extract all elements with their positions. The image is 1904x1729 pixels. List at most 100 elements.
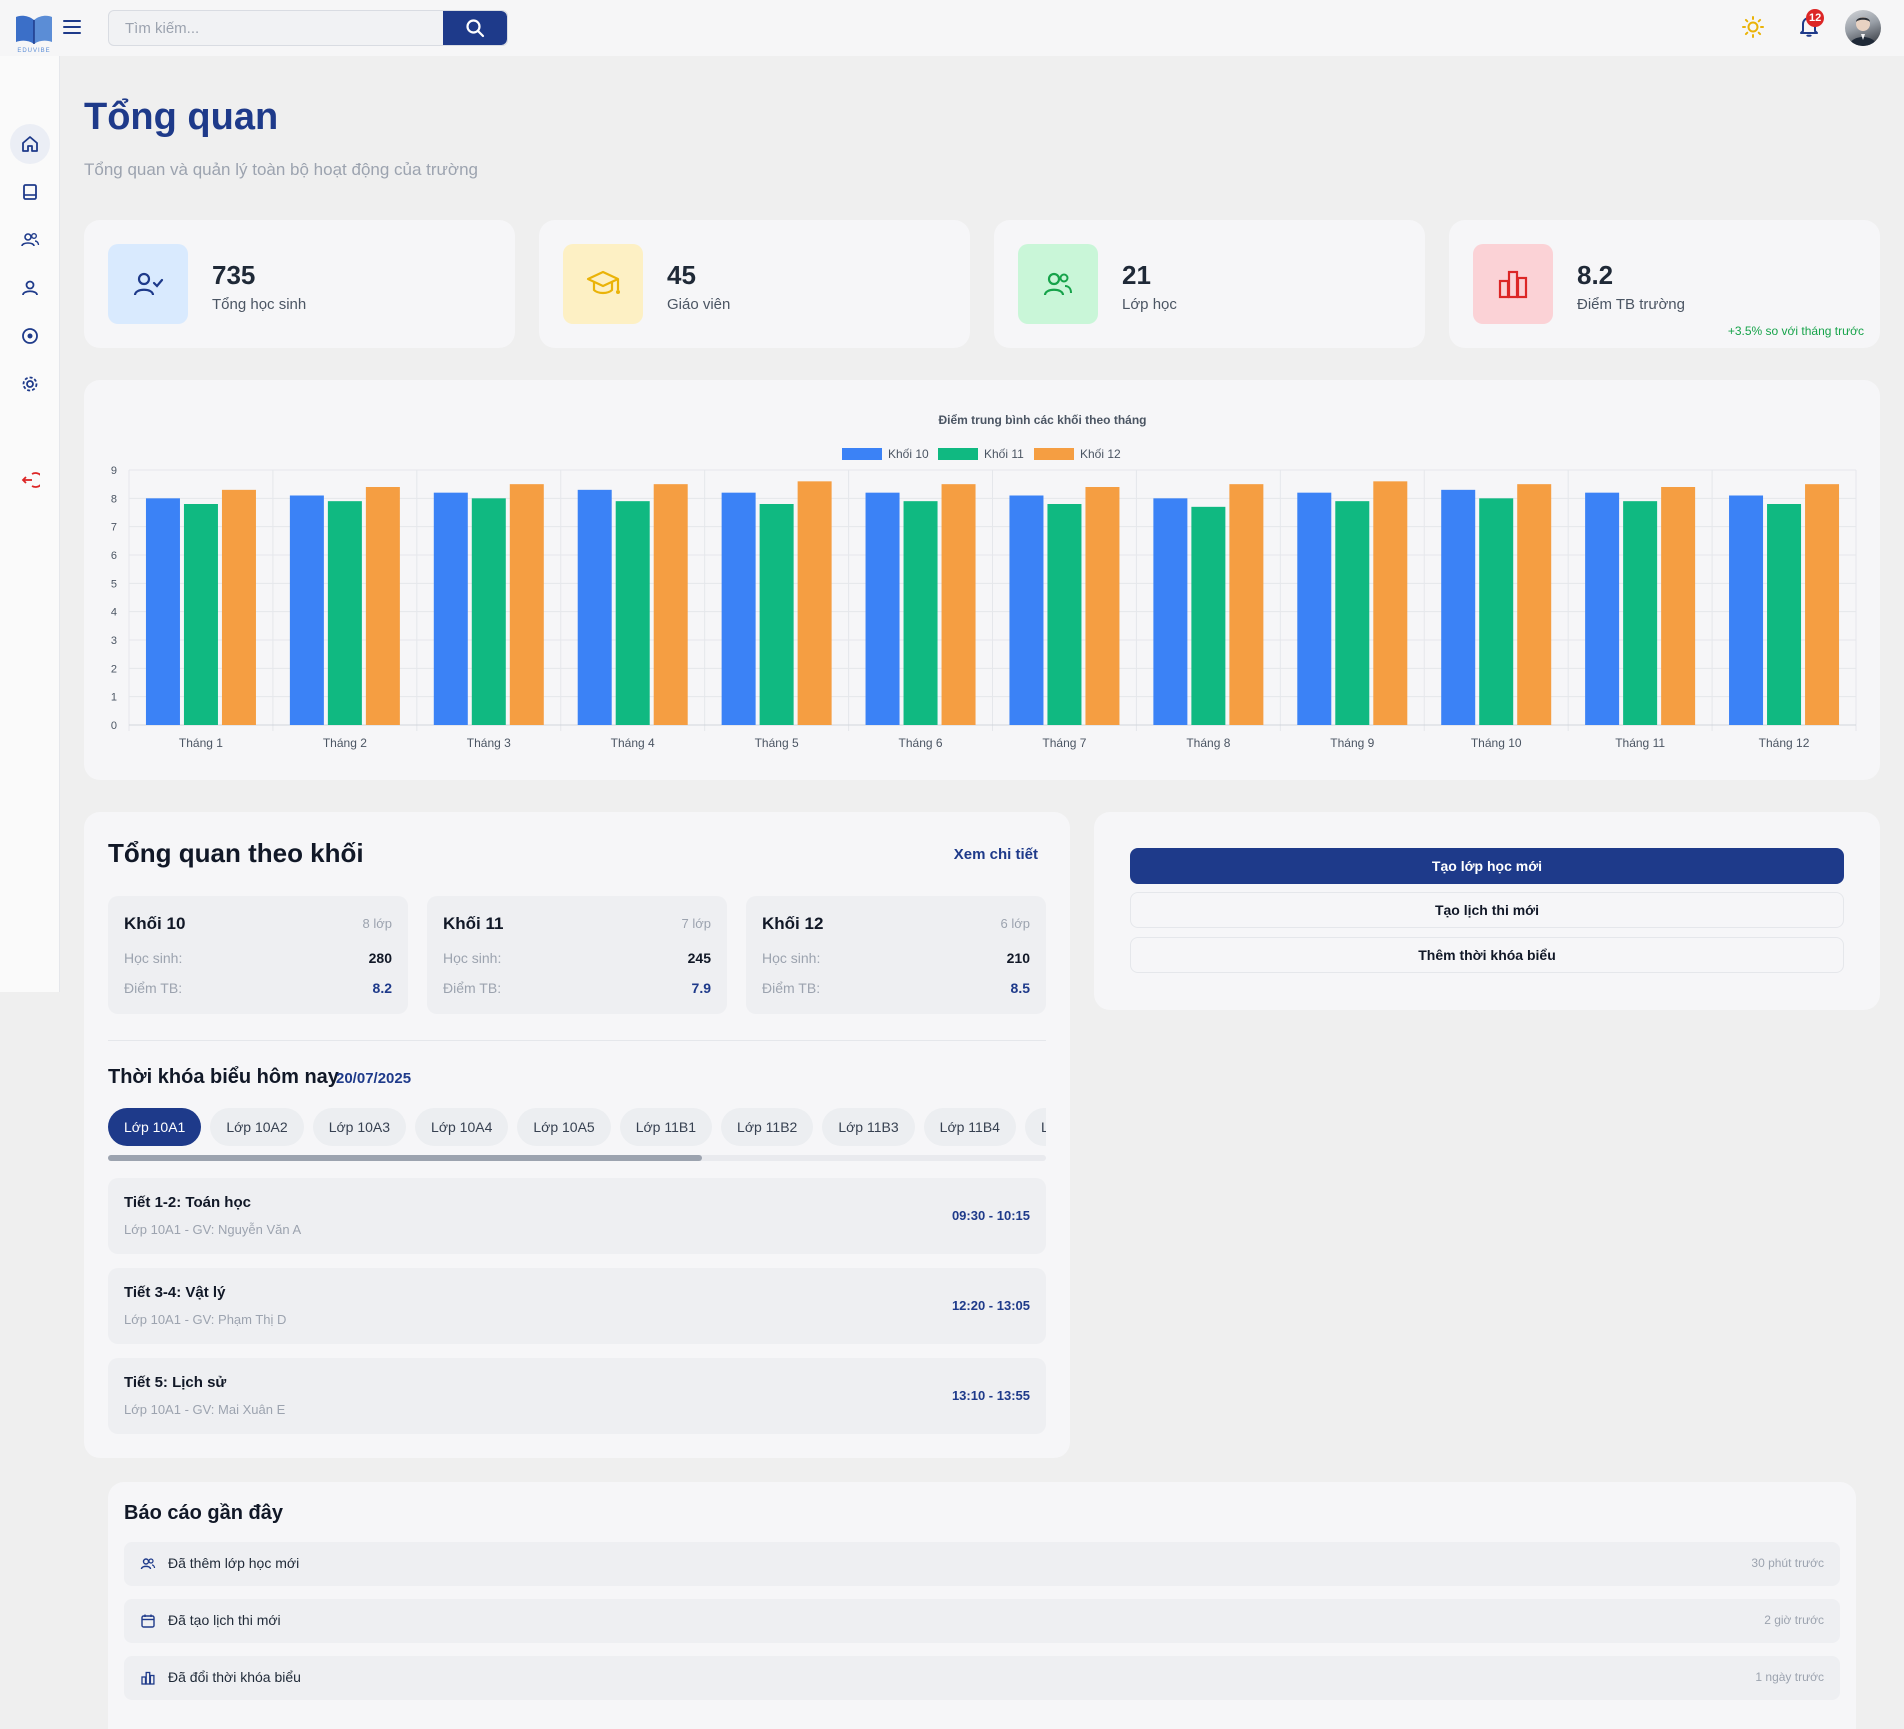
add-timetable-button[interactable]: Thêm thời khóa biểu [1130,937,1844,973]
stat-card-classes: 21 Lớp học [994,220,1425,348]
quick-actions-card: Tạo lớp học mới Tạo lịch thi mới Thêm th… [1094,812,1880,1010]
students-label: Học sinh: [762,950,821,966]
search-input[interactable] [109,11,443,45]
bar [289,495,324,725]
chart-title: Điểm trung bình các khối theo tháng [938,413,1146,427]
grade-box-12[interactable]: Khối 12 6 lớp Học sinh: 210 Điểm TB: 8.5 [746,896,1046,1014]
bar [327,501,362,725]
grade-box-11[interactable]: Khối 11 7 lớp Học sinh: 245 Điểm TB: 7.9 [427,896,727,1014]
bar [1153,498,1188,725]
scrollbar-thumb[interactable] [108,1155,702,1161]
bar [1585,492,1620,725]
avg-label: Điểm TB: [762,980,821,996]
bar-chart-icon [141,1671,155,1685]
stat-icon-box [1473,244,1553,324]
grade-class-count: 7 lớp [681,916,712,931]
bar [941,484,976,725]
bar [577,489,612,725]
create-exam-button[interactable]: Tạo lịch thi mới [1130,892,1844,928]
report-item[interactable]: Đã thêm lớp học mới 30 phút trước [124,1542,1840,1586]
create-class-button[interactable]: Tạo lớp học mới [1130,848,1844,884]
grade-overview-title: Tổng quan theo khối [108,838,364,868]
avg-value: 8.2 [372,980,392,996]
bar-chart-icon [1498,270,1528,299]
divider [108,1040,1046,1041]
notification-badge: 12 [1806,9,1825,27]
timetable-date: 20/07/2025 [336,1070,412,1087]
tab-class-11b2[interactable]: Lớp 11B2 [721,1108,814,1146]
sidebar-item-target[interactable] [10,316,50,356]
tab-class-10a3[interactable]: Lớp 10A3 [312,1108,407,1146]
report-text: Đã thêm lớp học mới [168,1555,300,1571]
sidebar-item-home[interactable] [10,124,50,164]
x-tick-label: Tháng 1 [179,736,223,750]
bar [1517,484,1552,725]
tab-class-11b5[interactable]: Lớp 11B5 [1024,1108,1046,1146]
grade-overview-card: Tổng quan theo khối Xem chi tiết Khối 10… [84,812,1070,1458]
lesson-item[interactable]: Tiết 5: Lịch sử Lớp 10A1 - GV: Mai Xuân … [108,1358,1046,1434]
gear-icon [22,376,38,392]
bar [1047,504,1082,725]
grade-class-count: 8 lớp [362,916,393,931]
bar [1085,487,1120,725]
stat-value: 45 [667,260,696,290]
stat-value: 735 [212,260,256,290]
tab-class-10a1[interactable]: Lớp 10A1 [108,1108,202,1146]
x-tick-label: Tháng 4 [611,736,655,750]
bar [365,487,400,725]
grade-box-10[interactable]: Khối 10 8 lớp Học sinh: 280 Điểm TB: 8.2 [108,896,408,1014]
users-icon [21,233,40,247]
sidebar-item-settings[interactable] [10,364,50,404]
lesson-name: Tiết 1-2: Toán học [124,1194,251,1211]
grade-class-count: 6 lớp [1000,916,1031,931]
legend-label: Khối 12 [1080,447,1121,461]
tab-class-10a4[interactable]: Lớp 10A4 [415,1108,509,1146]
report-item[interactable]: Đã tạo lịch thi mới 2 giờ trước [124,1599,1840,1643]
tab-class-11b4[interactable]: Lớp 11B4 [923,1108,1016,1146]
lesson-meta: Lớp 10A1 - GV: Nguyễn Văn A [124,1222,302,1237]
grade-name: Khối 11 [443,914,504,933]
sidebar-item-profile[interactable] [10,268,50,308]
tabs-scrollbar[interactable] [108,1155,1046,1161]
chart-card: Điểm trung bình các khối theo tháng Khối … [84,380,1880,780]
search-button[interactable] [443,11,507,45]
stat-icon-box [1018,244,1098,324]
report-item[interactable]: Đã đổi thời khóa biểu 1 ngày trước [124,1656,1840,1700]
menu-toggle-icon[interactable] [63,20,81,34]
report-text: Đã đổi thời khóa biểu [168,1669,301,1685]
report-time: 30 phút trước [1751,1556,1824,1570]
bar [1335,501,1370,725]
view-details-link[interactable]: Xem chi tiết [954,846,1038,863]
bar [1373,481,1408,725]
reports-title: Báo cáo gần đây [124,1502,283,1524]
timetable-title: Thời khóa biểu hôm nay [108,1066,339,1088]
bar [471,498,506,725]
bar [1479,498,1514,725]
monthly-average-chart: Điểm trung bình các khối theo tháng Khối … [111,413,1857,750]
tab-class-10a2[interactable]: Lớp 10A2 [210,1108,304,1146]
y-tick-label: 9 [111,465,117,477]
tab-class-11b3[interactable]: Lớp 11B3 [822,1108,915,1146]
students-label: Học sinh: [443,950,502,966]
lesson-item[interactable]: Tiết 3-4: Vật lý Lớp 10A1 - GV: Phạm Thị… [108,1268,1046,1344]
bar [721,492,756,725]
lesson-item[interactable]: Tiết 1-2: Toán học Lớp 10A1 - GV: Nguyễn… [108,1178,1046,1254]
y-tick-label: 2 [111,663,117,675]
search-icon [466,19,485,38]
sidebar-item-classes[interactable] [10,220,50,260]
tab-class-11b1[interactable]: Lớp 11B1 [619,1108,713,1146]
y-tick-label: 6 [111,550,117,562]
logo-text: EDUVIBE [17,48,51,54]
y-tick-label: 8 [111,493,117,505]
lesson-time: 13:10 - 13:55 [951,1388,1030,1403]
sidebar-item-courses[interactable] [10,172,50,212]
user-avatar[interactable] [1845,10,1881,46]
x-tick-label: Tháng 3 [467,736,511,750]
legend-label: Khối 11 [984,447,1024,461]
sidebar-item-logout[interactable] [10,460,50,500]
grade-name: Khối 12 [762,914,824,933]
lesson-name: Tiết 5: Lịch sử [124,1374,227,1391]
tab-class-10a5[interactable]: Lớp 10A5 [517,1108,611,1146]
theme-toggle-sun-icon[interactable] [1742,16,1764,38]
bar [1009,495,1044,725]
